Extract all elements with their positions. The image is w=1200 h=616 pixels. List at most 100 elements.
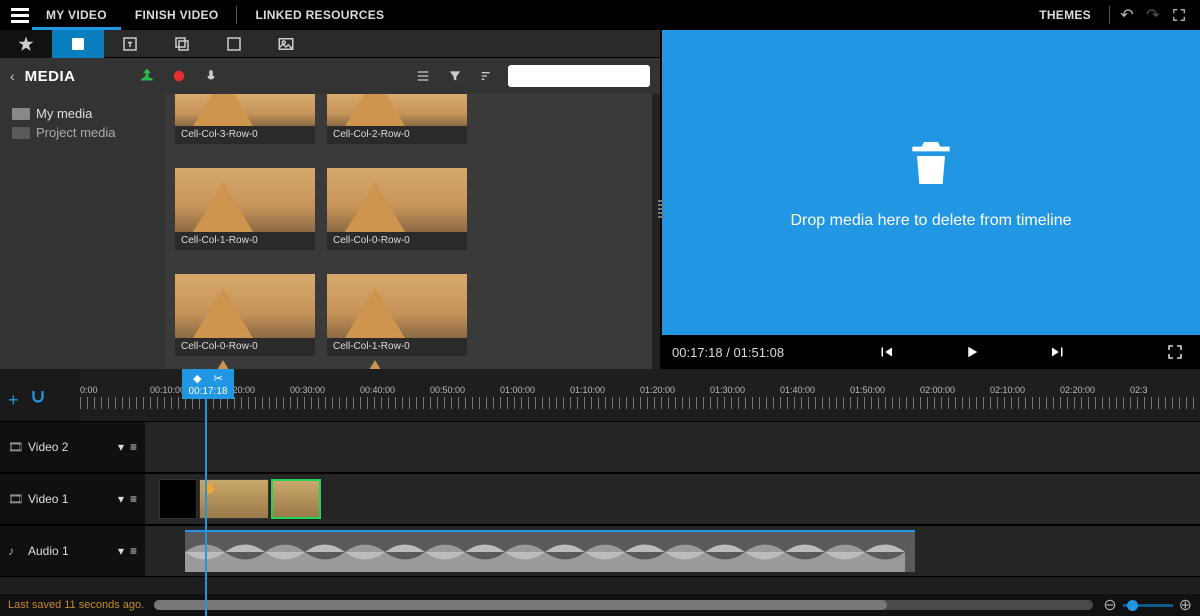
tool-tabs: [0, 30, 660, 58]
timeline-ruler[interactable]: 0:0000:10:0000:20:0000:30:0000:40:0000:5…: [80, 369, 1200, 421]
ruler-tick: 00:50:00: [430, 385, 500, 395]
fullscreen-preview-icon[interactable]: [1160, 344, 1190, 360]
media-tree: My media Project media: [0, 94, 165, 369]
preview-controls: 00:17:18 / 01:51:08: [662, 335, 1200, 369]
separator: [236, 6, 237, 24]
ruler-tick: 02:3: [1130, 385, 1200, 395]
ruler-tick: 01:30:00: [710, 385, 780, 395]
ruler-tick: 01:50:00: [850, 385, 920, 395]
track-menu-icon[interactable]: ≡: [130, 492, 137, 506]
magnet-icon[interactable]: [29, 388, 47, 411]
redo-icon[interactable]: ↷: [1140, 2, 1166, 28]
play-icon[interactable]: [957, 343, 987, 361]
clip-label: Cell-Col-1-Row-0: [175, 232, 315, 250]
preview-panel: Drop media here to delete from timeline …: [660, 30, 1200, 369]
sort-icon[interactable]: [476, 65, 498, 87]
track-head[interactable]: 🎞 Video 2 ▾ ≡: [0, 422, 145, 472]
menu-icon[interactable]: [8, 3, 32, 27]
nav-themes[interactable]: THEMES: [1025, 0, 1105, 30]
chevron-down-icon[interactable]: ▾: [118, 544, 124, 558]
prev-icon[interactable]: [871, 343, 901, 361]
delete-message: Drop media here to delete from timeline: [790, 212, 1071, 230]
zoom-controls: ⊖ ⊕: [1103, 595, 1192, 615]
tab-media[interactable]: [52, 30, 104, 58]
tab-layers[interactable]: [156, 30, 208, 58]
tab-text[interactable]: [104, 30, 156, 58]
timeline-tools: +: [0, 369, 80, 421]
track-video1: 🎞 Video 1 ▾ ≡: [0, 473, 1200, 525]
nav-linked-resources[interactable]: LINKED RESOURCES: [241, 0, 398, 30]
clip-label: Cell-Col-1-Row-0: [327, 338, 467, 356]
ruler-tick: 02:10:00: [990, 385, 1060, 395]
zoom-slider[interactable]: [1123, 604, 1173, 607]
video-track-icon: 🎞: [8, 492, 22, 506]
clip-label: Cell-Col-0-Row-0: [175, 338, 315, 356]
tree-project-media[interactable]: Project media: [8, 123, 157, 142]
add-track-icon[interactable]: +: [8, 390, 19, 411]
zoom-out-icon[interactable]: ⊖: [1103, 595, 1116, 615]
list-view-icon[interactable]: [412, 65, 434, 87]
trash-icon: [903, 135, 959, 196]
media-clip[interactable]: Cell-Col-1-Row-0: [175, 168, 315, 250]
undo-icon[interactable]: ↶: [1114, 2, 1140, 28]
ruler-tick: 00:30:00: [290, 385, 360, 395]
playhead[interactable]: ◆✂ 00:17:18: [205, 369, 207, 616]
filter-icon[interactable]: [444, 65, 466, 87]
chevron-down-icon[interactable]: ▾: [118, 492, 124, 506]
ruler-tick: 00:40:00: [360, 385, 430, 395]
ruler-tick: 01:00:00: [500, 385, 570, 395]
media-panel: ‹ MEDIA My media Project media Cell-Col-…: [0, 30, 660, 369]
nav-my-video[interactable]: MY VIDEO: [32, 0, 121, 30]
fullscreen-icon[interactable]: [1166, 2, 1192, 28]
preview-stage[interactable]: Drop media here to delete from timeline: [662, 30, 1200, 335]
track-head[interactable]: 🎞 Video 1 ▾ ≡: [0, 474, 145, 524]
ruler-tick: 0:00: [80, 385, 150, 395]
tree-label: Project media: [36, 125, 115, 140]
media-clip[interactable]: Cell-Col-3-Row-0: [175, 94, 315, 144]
media-clip[interactable]: Cell-Col-2-Row-0: [327, 94, 467, 144]
track-menu-icon[interactable]: ≡: [130, 440, 137, 454]
track-head[interactable]: ♪ Audio 1 ▾ ≡ 🔊: [0, 526, 145, 576]
track-menu-icon[interactable]: ≡: [130, 544, 137, 558]
top-toolbar: MY VIDEO FINISH VIDEO LINKED RESOURCES T…: [0, 0, 1200, 30]
mic-icon[interactable]: [200, 65, 222, 87]
tree-my-media[interactable]: My media: [8, 104, 157, 123]
status-bar: Last saved 11 seconds ago. ⊖ ⊕: [0, 594, 1200, 616]
record-icon[interactable]: [168, 65, 190, 87]
timeline-clip-selected[interactable]: [271, 479, 321, 519]
marker-icon[interactable]: ◆: [193, 372, 201, 385]
tab-shapes[interactable]: [208, 30, 260, 58]
zoom-in-icon[interactable]: ⊕: [1179, 595, 1192, 615]
time-display: 00:17:18 / 01:51:08: [672, 345, 784, 360]
nav-finish-video[interactable]: FINISH VIDEO: [121, 0, 233, 30]
timeline-scrollbar[interactable]: [154, 600, 1093, 610]
tab-favorites[interactable]: [0, 30, 52, 58]
track-video2: 🎞 Video 2 ▾ ≡: [0, 421, 1200, 473]
track-name: Audio 1: [28, 544, 69, 558]
media-clip[interactable]: Cell-Col-1-Row-0: [327, 274, 467, 356]
timeline-clip[interactable]: [199, 479, 269, 519]
resize-handle[interactable]: [658, 200, 664, 220]
next-icon[interactable]: [1043, 343, 1073, 361]
playhead-time: 00:17:18: [189, 386, 228, 397]
ruler-tick: 01:40:00: [780, 385, 850, 395]
track-name: Video 2: [28, 440, 68, 454]
media-clip[interactable]: Cell-Col-0-Row-0: [175, 274, 315, 356]
track-name: Video 1: [28, 492, 68, 506]
timeline-clip[interactable]: [159, 479, 197, 519]
clip-label: Cell-Col-0-Row-0: [327, 232, 467, 250]
upload-icon[interactable]: [136, 65, 158, 87]
cut-icon[interactable]: ✂: [214, 372, 223, 385]
back-icon[interactable]: ‹: [10, 68, 15, 84]
timeline-audio-clip[interactable]: [185, 530, 915, 572]
chevron-down-icon[interactable]: ▾: [118, 440, 124, 454]
clip-label: Cell-Col-2-Row-0: [327, 126, 467, 144]
search-input[interactable]: [508, 65, 650, 87]
video-track-icon: 🎞: [8, 440, 22, 454]
media-title: MEDIA: [25, 68, 76, 85]
ruler-tick: 02:00:00: [920, 385, 990, 395]
tab-images[interactable]: [260, 30, 312, 58]
media-clip[interactable]: Cell-Col-0-Row-0: [327, 168, 467, 250]
audio-track-icon: ♪: [8, 544, 22, 558]
track-audio1: ♪ Audio 1 ▾ ≡ 🔊: [0, 525, 1200, 577]
